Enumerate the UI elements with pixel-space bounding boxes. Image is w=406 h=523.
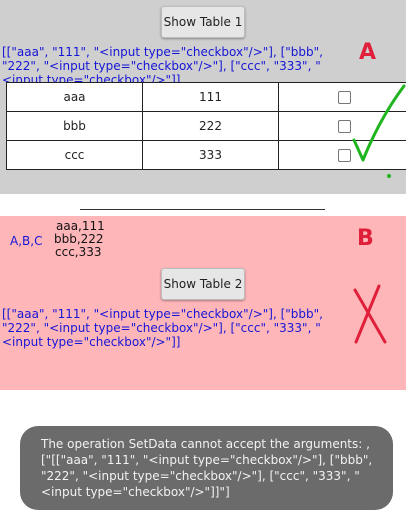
error-toast: The operation SetData cannot accept the …	[20, 426, 393, 510]
